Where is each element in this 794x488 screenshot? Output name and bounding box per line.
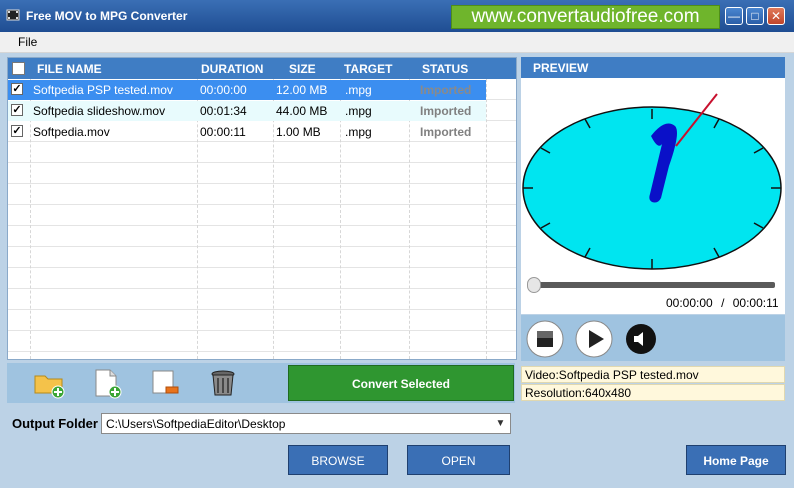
total-time: 00:00:11 [732, 296, 779, 310]
row-status: Imported [420, 125, 472, 139]
browse-button[interactable]: BROWSE [288, 445, 388, 475]
table-row[interactable]: ✓ Softpedia.mov 00:00:11 1.00 MB .mpg Im… [8, 122, 486, 142]
row-target: .mpg [345, 83, 372, 97]
row-size: 1.00 MB [276, 125, 321, 139]
row-duration: 00:00:00 [200, 83, 247, 97]
volume-icon[interactable] [625, 323, 657, 355]
open-button[interactable]: OPEN [407, 445, 510, 475]
row-file-name: Softpedia slideshow.mov [33, 104, 166, 118]
row-file-name: Softpedia PSP tested.mov [33, 83, 173, 97]
table-row[interactable]: ✓ Softpedia slideshow.mov 00:01:34 44.00… [8, 101, 486, 121]
column-size[interactable]: SIZE [289, 62, 316, 76]
add-folder-icon[interactable] [33, 367, 65, 399]
preview-header: PREVIEW [521, 57, 785, 78]
output-folder-label: Output Folder [12, 416, 98, 431]
row-size: 44.00 MB [276, 104, 328, 118]
column-target[interactable]: TARGET [344, 62, 392, 76]
file-list: FILE NAME DURATION SIZE TARGET STATUS ✓ … [7, 57, 517, 360]
row-status: Imported [420, 104, 472, 118]
output-folder-select[interactable]: C:\Users\SoftpediaEditor\Desktop ▼ [101, 413, 511, 434]
remove-file-icon[interactable] [149, 367, 181, 399]
window-title: Free MOV to MPG Converter [26, 9, 188, 23]
close-button[interactable]: ✕ [767, 7, 785, 25]
file-list-body: ✓ Softpedia PSP tested.mov 00:00:00 12.0… [8, 79, 516, 359]
chevron-down-icon[interactable]: ▼ [493, 415, 508, 432]
row-checkbox[interactable]: ✓ [11, 104, 23, 116]
table-row[interactable]: ✓ Softpedia PSP tested.mov 00:00:00 12.0… [8, 80, 486, 100]
seek-slider[interactable] [527, 276, 777, 294]
playback-controls [521, 315, 785, 361]
home-page-button[interactable]: Home Page [686, 445, 786, 475]
current-time: 00:00:00 [666, 296, 713, 310]
preview-title: PREVIEW [533, 61, 589, 75]
close-icon: ✕ [770, 9, 782, 23]
title-bar: Free MOV to MPG Converter www.convertaud… [0, 0, 794, 32]
row-file-name: Softpedia.mov [33, 125, 110, 139]
output-folder-value: C:\Users\SoftpediaEditor\Desktop [106, 417, 286, 431]
column-status[interactable]: STATUS [422, 62, 468, 76]
row-target: .mpg [345, 104, 372, 118]
add-file-icon[interactable] [91, 367, 123, 399]
stop-icon[interactable] [526, 320, 564, 358]
row-checkbox[interactable]: ✓ [11, 83, 23, 95]
app-film-icon [6, 9, 20, 21]
row-duration: 00:01:34 [200, 104, 247, 118]
minimize-button[interactable]: — [725, 7, 743, 25]
row-duration: 00:00:11 [200, 125, 246, 139]
video-info: Video:Softpedia PSP tested.mov [521, 366, 785, 383]
select-all-checkbox[interactable] [12, 62, 25, 75]
maximize-button[interactable]: □ [746, 7, 764, 25]
menu-bar: File [0, 32, 794, 53]
menu-file[interactable]: File [18, 35, 37, 49]
row-size: 12.00 MB [276, 83, 328, 97]
maximize-icon: □ [751, 9, 759, 23]
trash-icon[interactable] [207, 367, 239, 399]
file-list-header: FILE NAME DURATION SIZE TARGET STATUS [8, 58, 516, 79]
seek-thumb[interactable] [527, 277, 541, 293]
row-checkbox[interactable]: ✓ [11, 125, 23, 137]
convert-selected-button[interactable]: Convert Selected [288, 365, 514, 401]
time-readout: 00:00:00 / 00:00:11 [666, 296, 779, 310]
resolution-info: Resolution:640x480 [521, 384, 785, 401]
site-banner-link[interactable]: www.convertaudiofree.com [451, 5, 720, 29]
row-status: Imported [420, 83, 472, 97]
minimize-icon: — [728, 9, 740, 23]
row-target: .mpg [345, 125, 372, 139]
time-separator: / [721, 296, 725, 310]
column-duration[interactable]: DURATION [201, 62, 263, 76]
play-icon[interactable] [575, 320, 613, 358]
column-file-name[interactable]: FILE NAME [37, 62, 102, 76]
